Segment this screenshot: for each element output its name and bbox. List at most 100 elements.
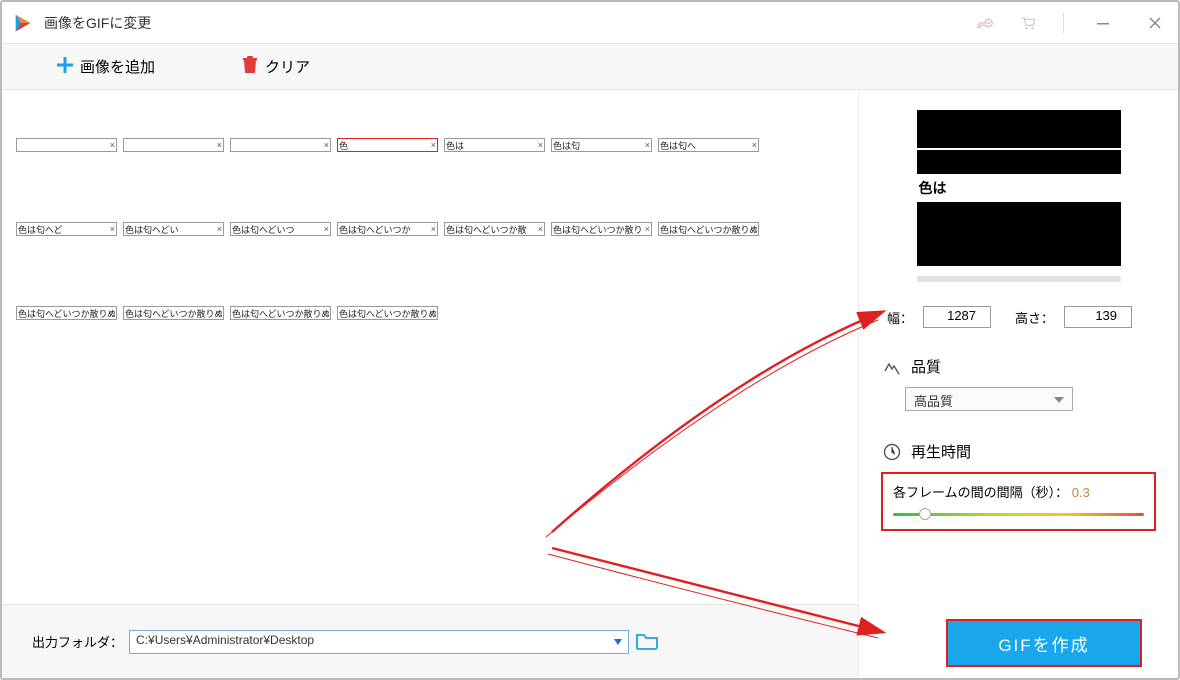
output-folder-value: C:¥Users¥Administrator¥Desktop [136, 633, 314, 647]
frame-remove-icon[interactable]: × [217, 139, 222, 151]
frame-remove-icon[interactable]: × [431, 139, 436, 151]
preview-strip-1 [917, 110, 1121, 148]
create-gif-button[interactable]: GIFを作成 [948, 621, 1140, 665]
clear-button[interactable]: クリア [241, 56, 310, 78]
cart-icon[interactable] [1019, 14, 1037, 32]
actionbar: 画像を追加 クリア [2, 44, 1178, 90]
frames-grid: ×××色×色は×色は匂×色は匂へ×色は匂へど×色は匂へどい×色は匂へどいつ×色は… [2, 90, 858, 320]
clock-icon [883, 443, 901, 461]
frame-label: 色は匂へどいつか散りぬる [18, 307, 115, 320]
frame-remove-icon[interactable]: × [431, 307, 436, 319]
height-value: 139 [1095, 308, 1117, 323]
frame-remove-icon[interactable]: × [538, 223, 543, 235]
preview-caption: 色は [917, 176, 1121, 202]
playback-section-head: 再生時間 [883, 441, 1158, 462]
frame-thumb[interactable]: 色は匂へどいつか散りぬ× [658, 222, 759, 236]
frame-thumb[interactable]: 色は× [444, 138, 545, 152]
frame-label: 色は匂へどいつか散りぬ [660, 223, 757, 236]
frame-thumb[interactable]: 色は匂へどいつか散りぬる× [123, 306, 224, 320]
minimize-button[interactable] [1090, 10, 1116, 36]
window-title: 画像をGIFに変更 [44, 13, 975, 33]
key-icon[interactable] [975, 14, 993, 32]
frame-label: 色は匂へどいつ [232, 223, 295, 236]
slider-thumb[interactable] [919, 508, 931, 520]
frame-thumb[interactable]: 色は匂へどいつか散 × [444, 222, 545, 236]
frame-remove-icon[interactable]: × [217, 223, 222, 235]
frame-label: 色は匂へどいつか散りぬる [125, 307, 222, 320]
frame-thumb[interactable]: × [230, 138, 331, 152]
frame-remove-icon[interactable]: × [324, 307, 329, 319]
width-input[interactable]: 1287 [923, 306, 991, 328]
interval-slider[interactable] [893, 509, 1144, 519]
frame-thumb[interactable]: 色× [337, 138, 438, 152]
plus-icon [56, 56, 74, 78]
frame-remove-icon[interactable]: × [752, 223, 757, 235]
frame-label: 色は匂 [553, 139, 580, 152]
height-input[interactable]: 139 [1064, 306, 1132, 328]
output-bar: 出力フォルダ： C:¥Users¥Administrator¥Desktop [2, 604, 858, 678]
frame-remove-icon[interactable]: × [645, 223, 650, 235]
interval-label-text: 各フレームの間の間隔（秒）： [893, 485, 1068, 500]
quality-icon [883, 358, 901, 376]
frame-remove-icon[interactable]: × [217, 307, 222, 319]
frame-thumb[interactable]: 色は匂へどいつか散り× [551, 222, 652, 236]
height-label: 高さ： [1015, 308, 1054, 327]
frame-thumb[interactable]: × [123, 138, 224, 152]
frame-thumb[interactable]: 色は匂へどいつか × [337, 222, 438, 236]
frame-label: 色は匂へどいつか [339, 223, 411, 236]
frame-remove-icon[interactable]: × [324, 139, 329, 151]
close-button[interactable] [1142, 10, 1168, 36]
frame-remove-icon[interactable]: × [752, 139, 757, 151]
titlebar: 画像をGIFに変更 [2, 2, 1178, 44]
quality-value: 高品質 [914, 394, 953, 409]
frame-thumb[interactable]: × [16, 138, 117, 152]
output-folder-label: 出力フォルダ： [32, 632, 123, 651]
add-image-label: 画像を追加 [80, 56, 155, 77]
preview-area: 色は [917, 110, 1121, 266]
quality-title: 品質 [911, 356, 941, 377]
frame-label: 色は匂へどいつか散り [553, 223, 643, 236]
preview-strip-3 [917, 202, 1121, 266]
create-gif-label: GIFを作成 [998, 631, 1089, 656]
output-folder-combo[interactable]: C:¥Users¥Administrator¥Desktop [129, 630, 629, 654]
frame-remove-icon[interactable]: × [645, 139, 650, 151]
interval-label: 各フレームの間の間隔（秒）： 0.3 [893, 482, 1144, 501]
preview-strip-2 [917, 150, 1121, 174]
frame-thumb[interactable]: 色は匂へ × [658, 138, 759, 152]
quality-section-head: 品質 [883, 356, 1158, 377]
frame-remove-icon[interactable]: × [110, 139, 115, 151]
frame-thumb[interactable]: 色は匂へどいつか散りぬる× [337, 306, 438, 320]
dimensions-row: 幅： 1287 高さ： 139 [887, 306, 1150, 328]
frame-thumb[interactable]: 色は匂 × [551, 138, 652, 152]
folder-icon[interactable] [635, 630, 659, 653]
frame-remove-icon[interactable]: × [110, 223, 115, 235]
frame-remove-icon[interactable]: × [538, 139, 543, 151]
trash-icon [241, 56, 259, 78]
titlebar-separator [1063, 13, 1064, 33]
frame-label: 色は匂へどいつか散りぬる [339, 307, 436, 320]
frame-label: 色は匂へ [660, 139, 696, 152]
frame-thumb[interactable]: 色は匂へど × [16, 222, 117, 236]
playback-title: 再生時間 [911, 441, 971, 462]
frame-thumb[interactable]: 色は匂へどいつか散りぬる× [16, 306, 117, 320]
width-label: 幅： [887, 308, 913, 327]
create-gif-wrap: GIFを作成 [946, 619, 1142, 667]
frame-thumb[interactable]: 色は匂へどいつ × [230, 222, 331, 236]
interval-value: 0.3 [1072, 485, 1090, 500]
right-panel: 色は 幅： 1287 高さ： 139 品質 高 [858, 90, 1178, 678]
clear-label: クリア [265, 56, 310, 77]
frame-label: 色 [339, 139, 348, 152]
frame-remove-icon[interactable]: × [110, 307, 115, 319]
add-image-button[interactable]: 画像を追加 [56, 56, 155, 78]
frame-remove-icon[interactable]: × [324, 223, 329, 235]
frame-remove-icon[interactable]: × [431, 223, 436, 235]
frame-label: 色は匂へど [18, 223, 63, 236]
frame-thumb[interactable]: 色は匂へどい × [123, 222, 224, 236]
frame-label: 色は匂へどいつか散 [446, 223, 527, 236]
quality-select[interactable]: 高品質 [905, 387, 1073, 411]
preview-scrollbar[interactable] [917, 276, 1121, 282]
frame-label: 色は匂へどいつか散りぬる [232, 307, 329, 320]
app-logo [12, 12, 34, 34]
frame-thumb[interactable]: 色は匂へどいつか散りぬる× [230, 306, 331, 320]
frame-label: 色は匂へどい [125, 223, 179, 236]
